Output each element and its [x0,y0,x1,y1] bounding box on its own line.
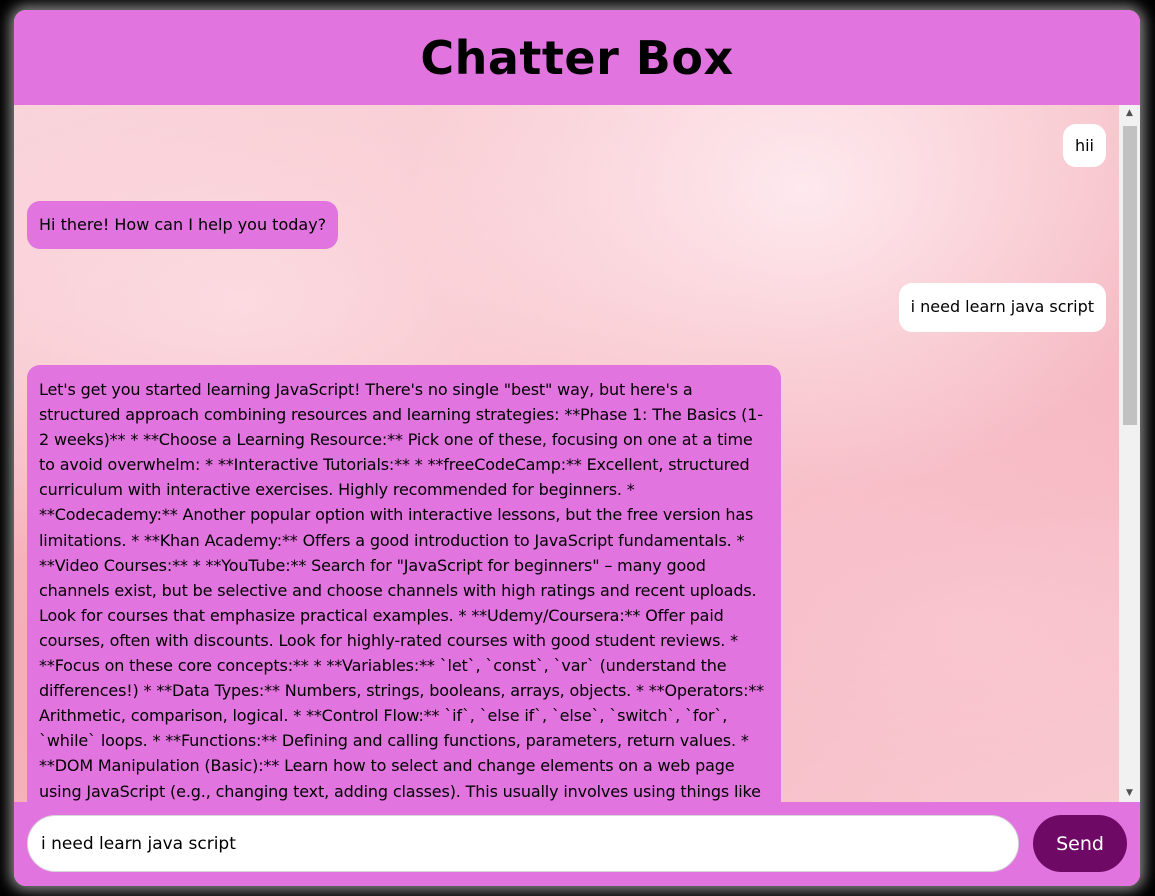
message-input[interactable] [27,815,1019,872]
scroll-up-arrow-icon[interactable]: ▲ [1119,105,1140,122]
chat-window[interactable]: hii Hi there! How can I help you today? … [14,105,1140,802]
scrollbar-thumb[interactable] [1123,126,1137,425]
scroll-down-arrow-icon[interactable]: ▼ [1119,785,1140,802]
bot-message: Let's get you started learning JavaScrip… [27,365,781,802]
chat-app: Chatter Box hii Hi there! How can I help… [14,10,1140,886]
header: Chatter Box [14,10,1140,105]
composer-bar: Send [14,802,1140,886]
app-title: Chatter Box [420,30,734,85]
user-message: hii [1062,124,1106,167]
send-button[interactable]: Send [1033,815,1127,872]
chat-scrollbar[interactable]: ▲ ▼ [1119,105,1140,802]
user-message: i need learn java script [898,283,1106,332]
bot-message: Hi there! How can I help you today? [27,201,339,249]
